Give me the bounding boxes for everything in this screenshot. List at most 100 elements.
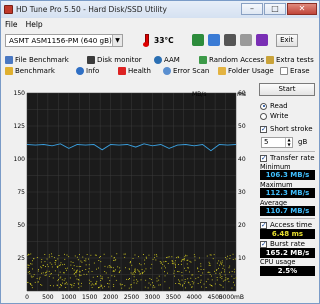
access-time-point [66, 254, 68, 256]
stepper-arrows-icon[interactable]: ▲ ▼ [285, 137, 292, 147]
access-time-point [222, 286, 224, 288]
access-time-point [119, 271, 120, 273]
read-option[interactable]: Read [260, 102, 288, 110]
x-tick-label: 3500 [166, 294, 181, 301]
access-time-point [67, 267, 68, 269]
tab-aam[interactable]: AAM [154, 56, 180, 64]
access-time-point [227, 255, 228, 257]
access-time-point [149, 278, 151, 279]
access-time-point [36, 257, 38, 258]
access-time-label: Access time [270, 221, 313, 229]
save-icon[interactable] [255, 34, 268, 46]
tab-disk-monitor[interactable]: Disk monitor [87, 56, 142, 64]
short-stroke-option[interactable]: Short stroke [260, 125, 313, 133]
read-radio[interactable] [260, 102, 267, 110]
start-button[interactable]: Start [259, 83, 315, 96]
tab-extra-tests[interactable]: Extra tests [266, 56, 314, 64]
access-time-point [30, 253, 32, 255]
access-time-point [209, 274, 211, 275]
access-time-point [56, 266, 58, 268]
access-time-point [201, 286, 202, 288]
chart-grid [26, 92, 237, 292]
access-time-point [57, 265, 59, 267]
access-time-point [73, 285, 75, 287]
access-time-point [224, 271, 225, 273]
access-time-point [40, 266, 42, 268]
write-option[interactable]: Write [260, 112, 288, 120]
tab-benchmark[interactable]: Benchmark [5, 67, 55, 75]
stroke-size-stepper[interactable]: 5 ▲ ▼ [261, 137, 293, 148]
x-tick-label: 4000 [187, 294, 202, 301]
access-time-point [128, 287, 130, 289]
title-bar: HD Tune Pro 5.50 - Hard Disk/SSD Utility… [1, 1, 319, 18]
transfer-rate-label: Transfer rate [270, 154, 315, 162]
maximum-value: 112.3 MB/s [260, 188, 315, 198]
exit-button[interactable]: Exit [275, 33, 298, 47]
access-time-point [44, 254, 46, 255]
access-time-point [228, 267, 230, 269]
access-time-checkbox[interactable] [260, 221, 267, 229]
access-time-point [76, 269, 78, 271]
access-time-point [199, 257, 200, 259]
access-time-point [129, 268, 130, 270]
access-time-point [107, 283, 108, 284]
access-time-point [36, 278, 38, 279]
tab-info[interactable]: Info [76, 67, 99, 75]
access-time-point [112, 267, 114, 269]
access-time-point [100, 256, 101, 257]
access-time-point [141, 269, 143, 270]
left-tick-label: 125 [14, 123, 26, 130]
access-time-point [219, 264, 220, 266]
tab-random-access[interactable]: Random Access [199, 56, 264, 64]
access-time-point [59, 286, 61, 288]
access-time-point [220, 284, 222, 286]
menu-file[interactable]: File [5, 20, 18, 29]
transfer-rate-option[interactable]: Transfer rate [260, 154, 315, 162]
access-time-point [104, 285, 105, 287]
access-time-point [219, 276, 221, 278]
access-time-point [62, 282, 63, 284]
access-time-point [30, 263, 31, 265]
options-icon[interactable] [239, 34, 252, 46]
burst-rate-checkbox[interactable] [260, 240, 267, 248]
screenshot-icon[interactable] [223, 34, 236, 46]
tab-label: Disk monitor [97, 56, 142, 64]
menu-help[interactable]: Help [26, 20, 43, 29]
close-button[interactable]: ✕ [287, 3, 317, 15]
tab-erase[interactable]: Erase [280, 67, 310, 75]
access-time-point [186, 255, 188, 257]
burst-rate-option[interactable]: Burst rate [260, 240, 305, 248]
access-time-point [200, 269, 202, 270]
access-time-point [152, 258, 154, 260]
access-time-point [96, 268, 97, 270]
copy-info-icon[interactable] [191, 34, 204, 46]
tab-error-scan[interactable]: Error Scan [163, 67, 209, 75]
minimize-button[interactable]: – [241, 3, 263, 15]
chevron-down-icon[interactable]: ▼ [112, 34, 122, 46]
access-time-point [185, 254, 186, 256]
access-time-point [101, 276, 103, 278]
access-time-point [64, 283, 66, 284]
access-time-point [33, 274, 35, 276]
drive-select[interactable]: ASMT ASM1156-PM (640 gB) ▼ [5, 33, 123, 47]
access-time-point [59, 277, 61, 279]
access-time-point [221, 271, 222, 273]
tab-folder-usage[interactable]: Folder Usage [218, 67, 274, 75]
access-time-point [48, 254, 50, 256]
access-time-point [59, 264, 61, 266]
access-time-point [221, 260, 223, 262]
tab-file-benchmark[interactable]: File Benchmark [5, 56, 69, 64]
maximize-button[interactable]: □ [264, 3, 286, 15]
tab-health[interactable]: Health [118, 67, 151, 75]
access-time-point [205, 281, 207, 283]
short-stroke-checkbox[interactable] [260, 125, 267, 133]
access-time-point [152, 282, 153, 284]
access-time-point [31, 287, 33, 289]
access-time-point [147, 287, 149, 289]
access-time-point [194, 259, 196, 261]
write-radio[interactable] [260, 112, 267, 120]
access-time-option[interactable]: Access time [260, 221, 312, 229]
access-time-point [113, 286, 115, 287]
transfer-rate-checkbox[interactable] [260, 154, 267, 162]
copy-text-icon[interactable] [207, 34, 220, 46]
